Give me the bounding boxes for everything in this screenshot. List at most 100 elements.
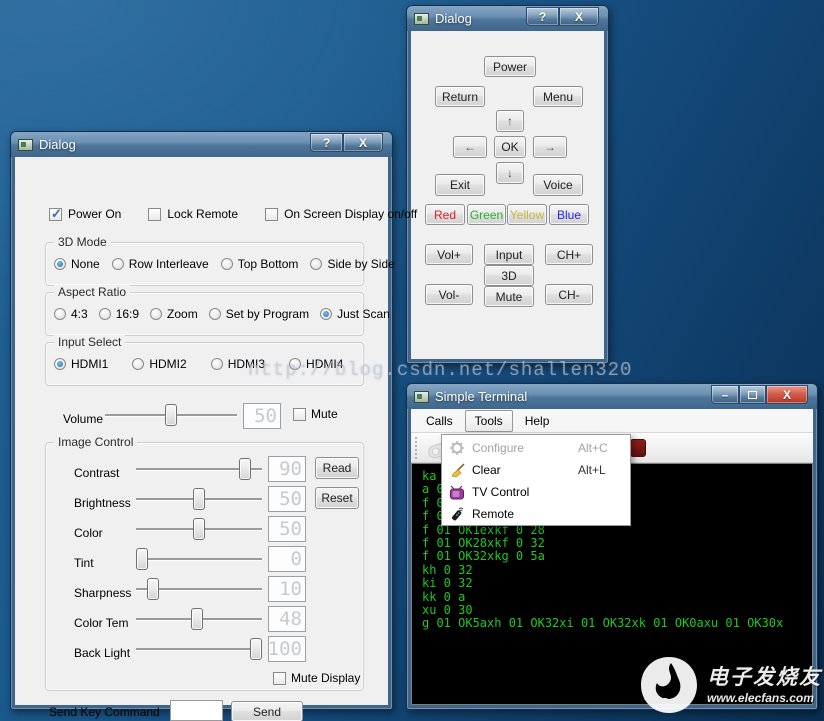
- terminal-titlebar[interactable]: Simple Terminal – X: [407, 384, 817, 409]
- brightness-slider[interactable]: [136, 488, 262, 510]
- terminal-line: g 01 OK5axh 01 OK32xi 01 OK32xk 01 OK0ax…: [422, 617, 812, 630]
- 3d-button[interactable]: 3D: [484, 265, 534, 286]
- voice-button[interactable]: Voice: [533, 174, 583, 196]
- exit-button[interactable]: Exit: [435, 174, 485, 196]
- sharpness-slider[interactable]: [136, 578, 262, 600]
- arrow-right-button[interactable]: →: [533, 136, 567, 158]
- green-button[interactable]: Green: [467, 204, 506, 225]
- help-button[interactable]: ?: [310, 133, 343, 152]
- radio-hdmi2[interactable]: HDMI2: [132, 357, 186, 371]
- terminal-line: kh 0 32: [422, 564, 812, 577]
- window-icon: [414, 13, 429, 25]
- close-button[interactable]: X: [559, 7, 599, 26]
- volume-slider[interactable]: [105, 404, 237, 426]
- radio-3d-side-by-side[interactable]: Side by Side: [310, 257, 394, 271]
- volume-down-button[interactable]: Vol-: [425, 284, 473, 305]
- terminal-window: Simple Terminal – X Calls Tools Help ka …: [406, 383, 818, 710]
- mute-label: Mute: [311, 407, 338, 421]
- arrow-left-button[interactable]: ←: [453, 136, 487, 158]
- back-light-slider[interactable]: [136, 638, 262, 660]
- remote-icon: [442, 506, 472, 522]
- radio-3d-none[interactable]: None: [54, 257, 100, 271]
- arrow-down-button[interactable]: ↓: [496, 162, 524, 184]
- mute-display-label: Mute Display: [291, 671, 360, 685]
- red-button[interactable]: Red: [425, 204, 465, 225]
- radio-icon: [320, 308, 332, 320]
- mute-display-checkbox[interactable]: [273, 672, 286, 685]
- menu-item-remote[interactable]: Remote: [442, 503, 630, 525]
- remote-dialog-titlebar[interactable]: Dialog ? X: [407, 6, 608, 31]
- menu-tools[interactable]: Tools: [465, 410, 513, 432]
- read-button[interactable]: Read: [315, 457, 359, 479]
- back-light-slider-handle[interactable]: [250, 638, 262, 660]
- window-title: Dialog: [435, 11, 472, 26]
- radio-hdmi4[interactable]: HDMI4: [289, 357, 343, 371]
- menu-item-clear[interactable]: Clear Alt+L: [442, 459, 630, 481]
- tint-display: 0: [268, 546, 306, 572]
- radio-aspect-set-by-program[interactable]: Set by Program: [209, 307, 309, 321]
- disconnect-icon[interactable]: [630, 439, 646, 457]
- yellow-button[interactable]: Yellow: [507, 204, 547, 225]
- mute-checkbox[interactable]: [293, 408, 306, 421]
- sharpness-slider-handle[interactable]: [147, 578, 159, 600]
- settings-dialog-body: Power On Lock Remote On Screen Display o…: [15, 157, 388, 705]
- contrast-slider-handle[interactable]: [239, 458, 251, 480]
- arrow-up-button[interactable]: ↑: [496, 110, 524, 132]
- settings-dialog-titlebar[interactable]: Dialog ? X: [11, 132, 392, 157]
- radio-aspect-just-scan[interactable]: Just Scan: [320, 307, 390, 321]
- toolbar-grip[interactable]: [415, 437, 418, 459]
- radio-aspect-169[interactable]: 16:9: [99, 307, 139, 321]
- contrast-slider[interactable]: [136, 458, 262, 480]
- channel-up-button[interactable]: CH+: [545, 244, 593, 265]
- ok-button[interactable]: OK: [494, 136, 526, 158]
- send-key-command-input[interactable]: [170, 700, 223, 721]
- close-button[interactable]: X: [343, 133, 383, 152]
- radio-icon: [221, 258, 233, 270]
- color-tem-slider[interactable]: [136, 608, 262, 630]
- close-button[interactable]: X: [766, 385, 808, 404]
- power-button[interactable]: Power: [484, 56, 536, 77]
- radio-3d-row-interleave[interactable]: Row Interleave: [112, 257, 209, 271]
- tint-slider[interactable]: [136, 548, 262, 570]
- radio-aspect-zoom[interactable]: Zoom: [150, 307, 198, 321]
- channel-down-button[interactable]: CH-: [545, 284, 593, 305]
- menu-help[interactable]: Help: [515, 410, 560, 432]
- minimize-button[interactable]: –: [711, 385, 739, 404]
- lock-remote-label: Lock Remote: [167, 207, 238, 221]
- menu-item-tv-control[interactable]: TV Control: [442, 481, 630, 503]
- return-button[interactable]: Return: [435, 86, 485, 107]
- color-slider[interactable]: [136, 518, 262, 540]
- radio-aspect-43[interactable]: 4:3: [54, 307, 88, 321]
- lock-remote-checkbox[interactable]: [148, 208, 161, 221]
- power-on-checkbox[interactable]: [49, 208, 62, 221]
- radio-hdmi1[interactable]: HDMI1: [54, 357, 108, 371]
- osd-checkbox[interactable]: [265, 208, 278, 221]
- maximize-icon: [748, 391, 757, 399]
- contrast-label: Contrast: [74, 466, 119, 480]
- help-button[interactable]: ?: [526, 7, 559, 26]
- color-tem-slider-handle[interactable]: [191, 608, 203, 630]
- color-tem-label: Color Tem: [74, 616, 128, 630]
- maximize-button[interactable]: [739, 385, 766, 404]
- gear-icon: [442, 441, 472, 455]
- radio-hdmi3[interactable]: HDMI3: [211, 357, 265, 371]
- 3d-mode-group-label: 3D Mode: [54, 235, 111, 249]
- radio-icon: [99, 308, 111, 320]
- menu-item-configure[interactable]: Configure Alt+C: [442, 437, 630, 459]
- settings-dialog-window: Dialog ? X Power On Lock Remote On Scree…: [10, 131, 393, 710]
- send-button[interactable]: Send: [231, 701, 303, 721]
- radio-3d-top-bottom[interactable]: Top Bottom: [221, 257, 299, 271]
- volume-slider-handle[interactable]: [165, 404, 177, 426]
- brightness-slider-handle[interactable]: [193, 488, 205, 510]
- color-slider-handle[interactable]: [193, 518, 205, 540]
- input-button[interactable]: Input: [484, 244, 534, 265]
- color-tem-display: 48: [268, 606, 306, 632]
- blue-button[interactable]: Blue: [549, 204, 589, 225]
- volume-up-button[interactable]: Vol+: [425, 244, 473, 265]
- menu-calls[interactable]: Calls: [416, 410, 463, 432]
- tint-slider-handle[interactable]: [136, 548, 148, 570]
- aspect-ratio-group: Aspect Ratio 4:3 16:9 Zoom Set by Progra…: [45, 292, 364, 336]
- mute-button[interactable]: Mute: [484, 286, 534, 307]
- menu-button[interactable]: Menu: [533, 86, 583, 107]
- reset-button[interactable]: Reset: [315, 487, 359, 509]
